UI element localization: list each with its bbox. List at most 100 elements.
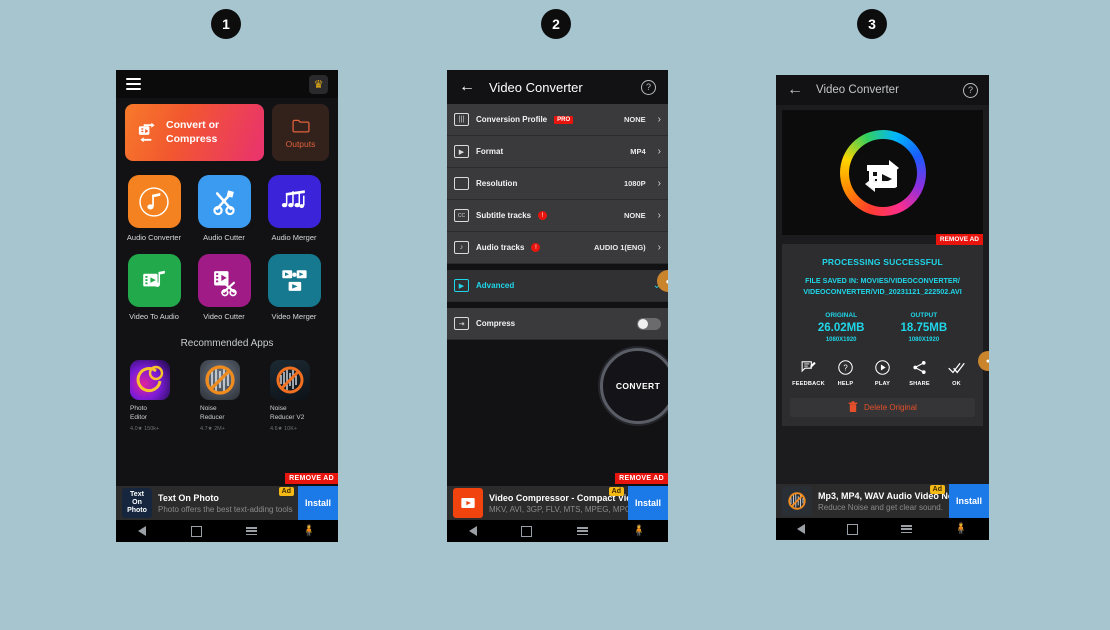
convert-or-compress-label: Convert or Compress <box>166 119 219 145</box>
nav-back-icon[interactable] <box>138 526 147 536</box>
nav-home-icon[interactable] <box>521 525 533 537</box>
feedback-icon <box>801 360 816 372</box>
action-label: OK <box>952 380 961 387</box>
photo-editor-app-icon <box>130 360 170 400</box>
nav-accessibility-icon[interactable]: 🧍 <box>632 525 646 537</box>
tool-audio-converter[interactable]: Audio Converter <box>125 175 183 242</box>
remove-ad-button[interactable]: REMOVE AD <box>935 234 983 245</box>
ad-install-button[interactable]: Install <box>949 484 989 518</box>
row-label: Format <box>476 147 504 156</box>
stat-value: 18.75MB <box>900 321 948 334</box>
nav-recents-icon[interactable] <box>246 527 258 535</box>
video-preview[interactable] <box>782 110 983 235</box>
recommended-app-item[interactable]: Noise Reducer 4.7★ 2M+ <box>200 360 246 432</box>
ad-title: Video Compressor - Compact Video(... <box>489 492 628 503</box>
remove-ad-button[interactable]: REMOVE AD <box>285 473 338 484</box>
ad-subtitle: Reduce Noise and get clear sound. <box>818 502 943 512</box>
tool-video-to-audio[interactable]: Video To Audio <box>125 254 183 321</box>
noise-reducer-v2-app-icon <box>270 360 310 400</box>
outputs-button[interactable]: Outputs <box>272 104 329 161</box>
row-subtitle-tracks[interactable]: CC Subtitle tracks ! NONE › <box>447 200 668 232</box>
ad-banner[interactable]: Mp3, MP4, WAV Audio Video Noise ... Redu… <box>776 484 989 518</box>
compress-toggle[interactable] <box>637 317 661 330</box>
android-navbar: 🧍 <box>776 518 989 540</box>
cc-line1: Convert or <box>166 119 220 132</box>
nav-back-icon[interactable] <box>469 526 478 536</box>
page-title: Video Converter <box>816 84 899 96</box>
video-scissors-icon <box>197 254 251 307</box>
tool-video-merger[interactable]: Video Merger <box>265 254 323 321</box>
convert-or-compress-button[interactable]: Convert or Compress <box>125 104 264 161</box>
tools-row-1: Audio Converter Audio Cutter Audio Merge… <box>125 175 329 242</box>
delete-original-button[interactable]: Delete Original <box>790 397 975 417</box>
row-format[interactable]: ▶ Format MP4 › <box>447 136 668 168</box>
action-feedback[interactable]: FEEDBACK <box>792 359 826 387</box>
tool-audio-cutter[interactable]: Audio Cutter <box>195 175 253 242</box>
ad-banner[interactable]: Text On Photo Text On Photo Photo offers t… <box>116 486 338 520</box>
recommended-apps-title: Recommended Apps <box>180 338 274 349</box>
remove-ad-button[interactable]: REMOVE AD <box>615 473 668 484</box>
action-play[interactable]: PLAY <box>866 359 900 387</box>
ad-install-button[interactable]: Install <box>298 486 338 520</box>
ad-banner[interactable]: Video Compressor - Compact Video(... MKV… <box>447 486 668 520</box>
stat-output: OUTPUT 18.75MB 1080X1920 <box>901 312 948 343</box>
row-compress[interactable]: ⇥ Compress <box>447 308 668 340</box>
home-header: ♛ <box>116 70 338 98</box>
home-screen: ♛ Convert or Compress Outputs Audio Conv… <box>116 70 338 542</box>
nav-home-icon[interactable] <box>190 525 202 537</box>
ad-install-button[interactable]: Install <box>628 486 668 520</box>
result-body: REMOVE AD PROCESSING SUCCESSFUL FILE SAV… <box>776 105 989 484</box>
tool-audio-merger[interactable]: Audio Merger <box>265 175 323 242</box>
back-arrow-icon[interactable]: ← <box>787 82 803 98</box>
stat-resolution: 1080X1920 <box>825 336 857 343</box>
recommended-apps-row: Photo Editor 4.0★ 150k+ Noise Reducer 4.… <box>125 360 329 432</box>
nav-recents-icon[interactable] <box>576 527 588 535</box>
recommended-app-item[interactable]: Noise Reducer V2 4.6★ 10K+ <box>270 360 316 432</box>
nav-recents-icon[interactable] <box>900 525 912 533</box>
nav-back-icon[interactable] <box>797 524 806 534</box>
back-arrow-icon[interactable]: ← <box>459 79 475 95</box>
crown-icon[interactable]: ♛ <box>309 74 328 94</box>
ad-text: Video Compressor - Compact Video(... MKV… <box>489 493 628 514</box>
action-buttons-row: FEEDBACK ? HELP PLAY SHARE OK <box>790 359 975 387</box>
tool-video-cutter[interactable]: Video Cutter <box>195 254 253 321</box>
phone-screenshot-1: ♛ Convert or Compress Outputs Audio Conv… <box>116 70 338 542</box>
format-play-icon: ▶ <box>454 145 469 158</box>
row-advanced[interactable]: ▶ Advanced ⌄ <box>447 270 668 302</box>
hamburger-icon[interactable] <box>126 78 141 90</box>
row-value: 1080P <box>623 179 646 188</box>
outputs-label: Outputs <box>285 138 316 149</box>
action-ok[interactable]: OK <box>940 359 974 387</box>
nav-home-icon[interactable] <box>847 523 859 535</box>
primary-actions-row: Convert or Compress Outputs <box>125 104 329 161</box>
row-conversion-profile[interactable]: ||| Conversion Profile PRO NONE › <box>447 104 668 136</box>
action-help[interactable]: ? HELP <box>829 359 863 387</box>
recommended-app-item[interactable]: Photo Editor 4.0★ 150k+ <box>130 360 176 432</box>
noise-reducer-app-icon <box>200 360 240 400</box>
nav-accessibility-icon[interactable]: 🧍 <box>302 525 316 537</box>
row-value: AUDIO 1(ENG) <box>593 243 646 252</box>
row-resolution[interactable]: Resolution 1080P › <box>447 168 668 200</box>
ad-title: Text On Photo <box>158 492 219 503</box>
tool-label: Audio Cutter <box>203 233 245 242</box>
step-badge-2: 2 <box>541 9 571 39</box>
action-share[interactable]: SHARE <box>903 359 937 387</box>
row-label: Resolution <box>476 179 518 188</box>
info-circle-icon[interactable]: ? <box>963 82 978 98</box>
info-circle-icon[interactable]: ? <box>641 79 656 95</box>
chevron-right-icon: › <box>657 146 661 157</box>
chevron-right-icon: › <box>657 242 661 253</box>
convert-button[interactable]: CONVERT <box>600 348 668 424</box>
phone-screenshot-3: ← Video Converter ? REMOVE AD PROCESSING… <box>776 75 989 540</box>
nav-accessibility-icon[interactable]: 🧍 <box>954 523 968 535</box>
tool-label: Video Cutter <box>203 312 245 321</box>
double-check-icon <box>948 362 965 374</box>
action-label: PLAY <box>874 380 891 387</box>
phone-screenshot-2: ← Video Converter ? ||| Conversion Profi… <box>447 70 668 542</box>
row-audio-tracks[interactable]: ♪ Audio tracks ! AUDIO 1(ENG) › <box>447 232 668 264</box>
recommended-app-name: Photo Editor <box>130 405 176 423</box>
subtitle-cc-icon: CC <box>454 209 469 222</box>
action-label: FEEDBACK <box>792 380 825 387</box>
video-converter-app-logo <box>839 129 926 216</box>
page-title: Video Converter <box>489 79 583 95</box>
